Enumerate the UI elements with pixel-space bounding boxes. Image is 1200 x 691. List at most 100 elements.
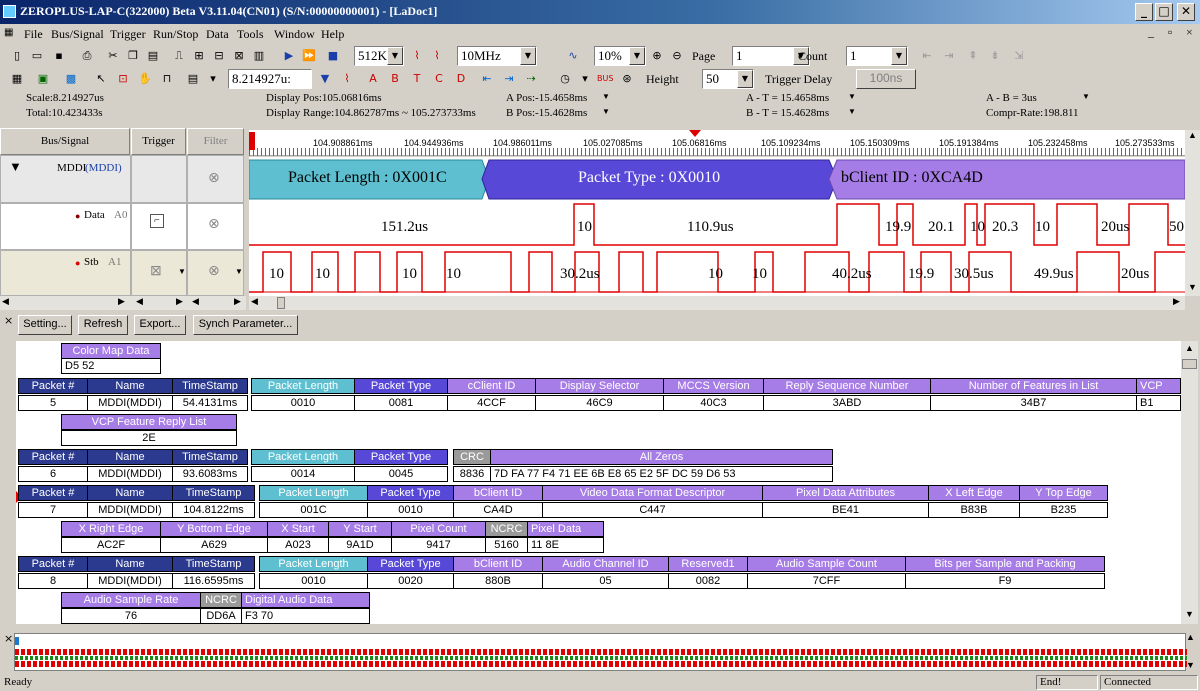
cell[interactable]: 05 [542,573,669,589]
menu-help[interactable]: Help [321,27,344,42]
device-icon[interactable]: ▥ [250,47,268,65]
align-left-icon[interactable]: ⇤ [918,47,936,65]
open-icon[interactable]: ▭ [28,47,46,65]
close-panel-icon[interactable]: × [4,314,13,327]
scroll-up-icon[interactable]: ▲ [1185,343,1194,353]
table-vscrollbar[interactable]: ▲ ▼ [1181,341,1198,624]
cell[interactable]: 4CCF [447,395,536,411]
a-b-dropdown-icon[interactable]: ▼ [1082,92,1090,101]
cell[interactable]: MDDI(MDDI) [87,466,173,482]
cell[interactable]: 7D FA 77 F4 71 EE 6B E8 65 E2 5F DC 59 D… [490,466,833,482]
cell[interactable]: AC2F [61,537,161,553]
list-view-icon[interactable]: ▣ [34,70,52,88]
chevron-down-icon[interactable]: ▼ [737,70,753,88]
memory-select[interactable]: 512K ▼ [354,46,404,66]
grid-dropdown-icon[interactable]: ▾ [204,70,222,88]
cell[interactable]: 9417 [391,537,486,553]
zoom-out-icon[interactable]: ⊖ [668,47,686,65]
trigger-delay-field[interactable]: 100ns [856,69,916,89]
d-marker-icon[interactable]: D [452,70,470,88]
stb-filter-cell[interactable]: ⊗ ▼ [187,250,244,296]
pointer-icon[interactable]: ↖ [92,70,110,88]
maximize-button[interactable]: □ [1155,3,1173,21]
time-ruler[interactable]: 104.908861ms 104.944936ms 104.986011ms 1… [249,130,1185,156]
mdi-minimize-icon[interactable]: _ [1148,25,1154,40]
page-first-icon[interactable]: ⇞ [964,47,982,65]
chevron-down-icon[interactable]: ▼ [387,47,403,65]
cell[interactable]: A629 [160,537,268,553]
cell[interactable]: MDDI(MDDI) [87,573,173,589]
stb-signal-row[interactable]: ● Stb A1 [0,250,131,296]
refresh-button[interactable]: Refresh [78,315,128,335]
scroll-down-icon[interactable]: ▼ [1186,660,1195,670]
prev-edge-icon[interactable]: ⇤ [478,70,496,88]
b-t-dropdown-icon[interactable]: ▼ [848,107,856,116]
cell[interactable]: 2E [61,430,237,446]
scroll-left-icon[interactable]: ◀ [136,296,143,307]
a-pos-dropdown-icon[interactable]: ▼ [602,92,610,101]
scroll-up-icon[interactable]: ▲ [1186,632,1195,642]
synch-parameter-button[interactable]: Synch Parameter... [193,315,298,335]
cell[interactable]: 34B7 [930,395,1137,411]
chevron-down-icon[interactable]: ▼ [891,47,907,65]
scroll-right-icon[interactable]: ▶ [118,296,125,307]
cell[interactable]: 0045 [354,466,448,482]
measure-icon[interactable]: ⊓ [158,70,176,88]
scroll-right-icon[interactable]: ▶ [234,296,241,307]
cell[interactable]: 0081 [354,395,448,411]
menu-trigger[interactable]: Trigger [110,27,146,42]
cell[interactable]: BE41 [762,502,929,518]
mdi-close-icon[interactable]: × [1186,25,1193,40]
cell[interactable]: 104.8122ms [172,502,255,518]
cell[interactable]: 0014 [251,466,355,482]
overview-canvas[interactable] [14,633,1187,671]
cell[interactable]: 5 [18,395,88,411]
menu-bus-signal[interactable]: Bus/Signal [51,27,104,42]
zoom-in-icon[interactable]: ⊕ [648,47,666,65]
menu-data[interactable]: Data [206,27,229,42]
save-icon[interactable]: ▪ [50,47,68,65]
scroll-right-icon[interactable]: ▶ [1173,296,1180,307]
cell[interactable]: 76 [61,608,201,624]
setting-button[interactable]: Setting... [18,315,72,335]
cell[interactable]: 5160 [485,537,528,553]
time-input[interactable]: 8.214927u: [228,69,312,89]
chevron-down-icon[interactable]: ▼ [520,47,536,65]
bus-icon[interactable]: ⎍ [170,47,188,65]
scroll-thumb[interactable] [277,297,285,309]
a-cursor-marker[interactable] [249,132,255,150]
waveform-view-icon[interactable]: ▦ [8,70,26,88]
trigger-icon[interactable]: ⊠ [230,47,248,65]
scroll-down-icon[interactable]: ▼ [1188,282,1197,292]
cell[interactable]: 116.6595ms [172,573,255,589]
cell[interactable]: 0020 [367,573,454,589]
waveform-vscrollbar[interactable]: ▲ ▼ [1185,130,1200,296]
cell[interactable]: 8836 [453,466,491,482]
overview-panel[interactable]: × ▲ ▼ [0,630,1200,674]
minimize-button[interactable]: _ [1135,3,1153,21]
new-icon[interactable]: ▯ [8,47,26,65]
scroll-left-icon[interactable]: ◀ [251,296,258,307]
cell[interactable]: CA4D [453,502,543,518]
waveform-area[interactable]: Packet Length : 0X001C Packet Type : 0X0… [249,157,1185,296]
print-icon[interactable]: ⎙ [78,47,96,65]
state-view-icon[interactable]: ▩ [62,70,80,88]
copy-icon[interactable]: ❐ [124,47,142,65]
cell[interactable]: 11 8E [527,537,604,553]
timer-icon[interactable]: ◷ [556,70,574,88]
cell[interactable]: 6 [18,466,88,482]
hand-icon[interactable]: ✋ [136,70,154,88]
menu-file[interactable]: File [24,27,43,42]
cell[interactable]: F9 [905,573,1105,589]
cell[interactable]: 9A1D [328,537,392,553]
height-select[interactable]: 50 ▼ [702,69,754,89]
bus-decode-icon[interactable]: BUS [596,70,614,88]
cell[interactable]: B1 [1136,395,1181,411]
menu-window[interactable]: Window [274,27,315,42]
clock-wave-icon[interactable]: ∿ [564,47,582,65]
scroll-left-icon[interactable]: ◀ [192,296,199,307]
cell[interactable]: 54.4131ms [172,395,248,411]
run-icon[interactable]: ▶ [280,47,298,65]
timer-dropdown-icon[interactable]: ▾ [576,70,594,88]
expand-triangle-icon[interactable]: ▼ [9,159,22,175]
